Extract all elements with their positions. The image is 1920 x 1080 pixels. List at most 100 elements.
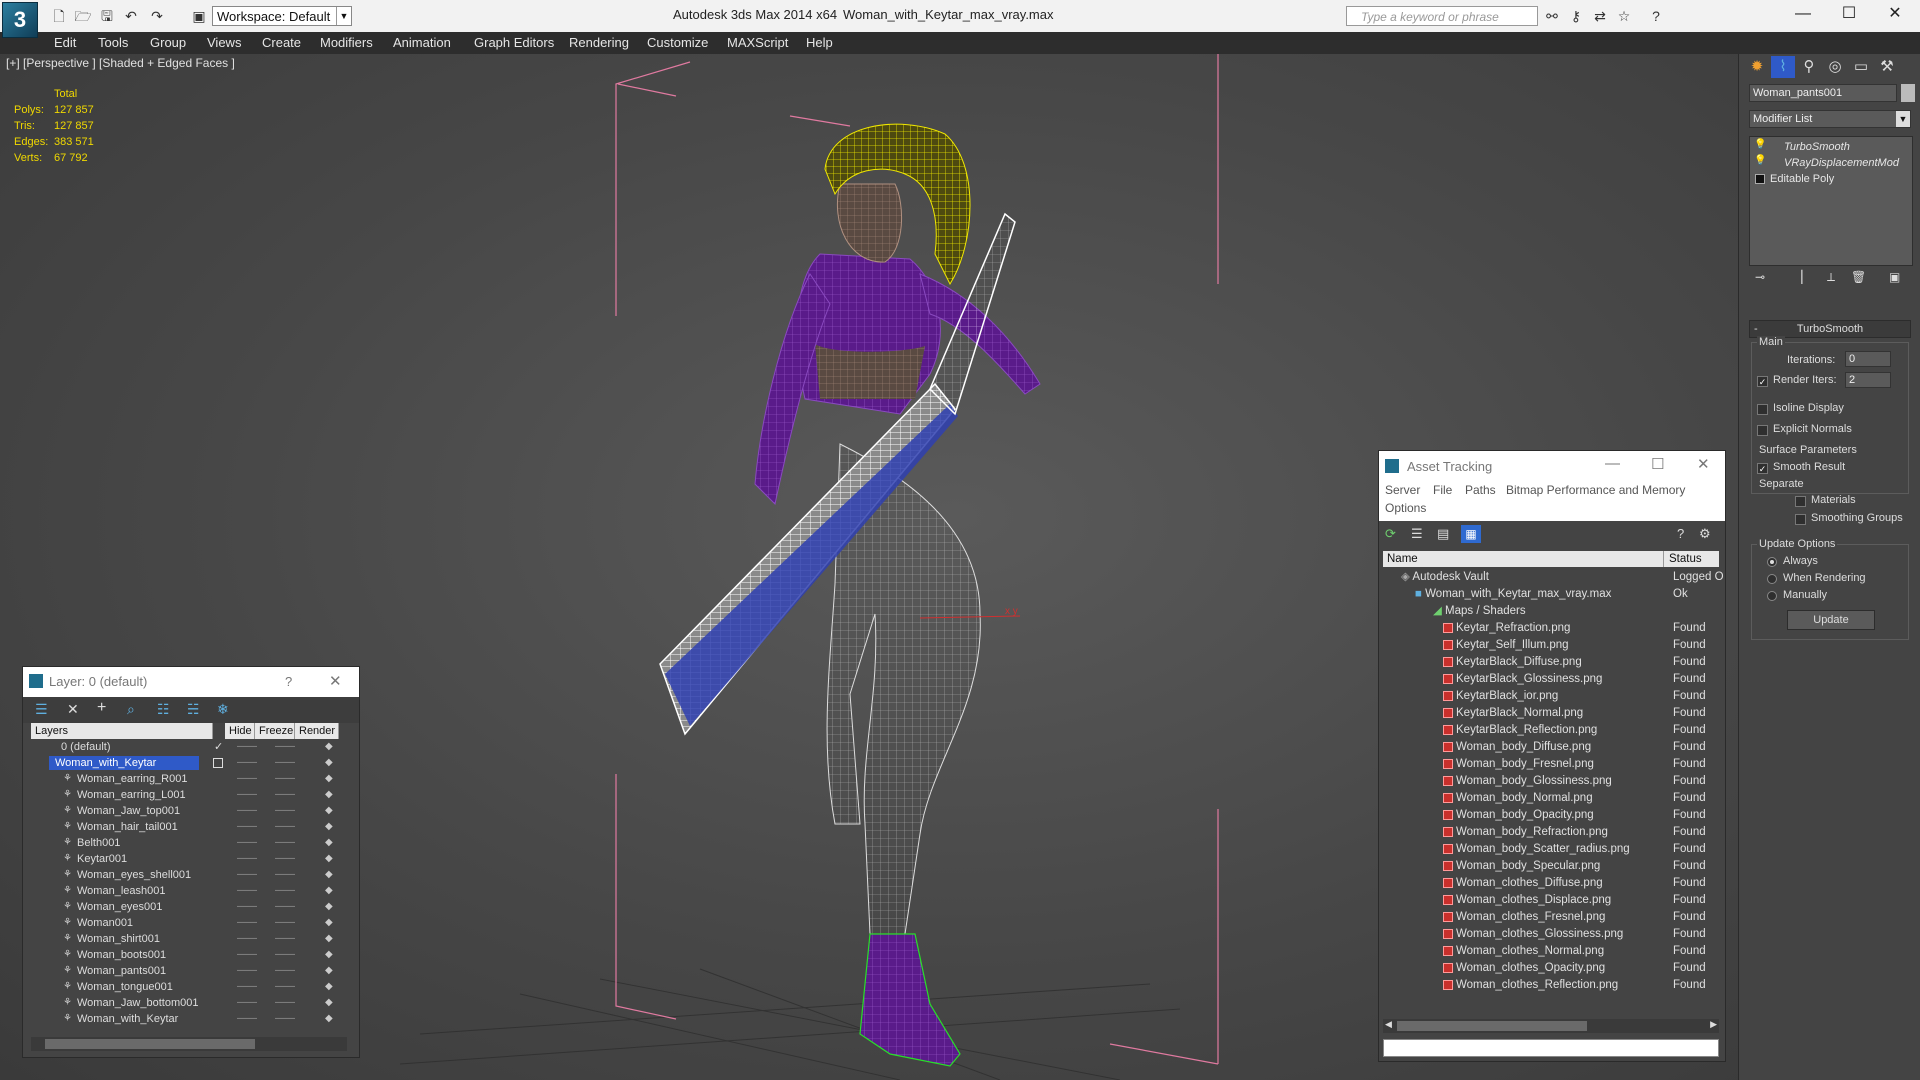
render-teapot-icon[interactable]: ◆ [325,915,333,931]
menu-group[interactable]: Group [150,32,186,54]
menu-options[interactable]: Options [1385,501,1426,515]
when-rendering-radio[interactable] [1767,574,1777,584]
add-to-layer-icon[interactable]: + [97,699,106,717]
show-end-result-icon[interactable]: ▕ [1793,270,1802,284]
render-iters-checkbox[interactable]: ✓ [1757,376,1768,387]
freeze-toggle[interactable]: —— [275,931,295,947]
render-teapot-icon[interactable]: ◆ [325,787,333,803]
render-teapot-icon[interactable]: ◆ [325,1011,333,1027]
asset-row-file[interactable]: KeytarBlack_Diffuse.png Found [1383,654,1725,671]
col-layers[interactable]: Layers [31,723,213,739]
asset-row-file[interactable]: Woman_body_Specular.png Found [1383,858,1725,875]
menu-tools[interactable]: Tools [98,32,128,54]
render-teapot-icon[interactable]: ◆ [325,819,333,835]
delete-layer-icon[interactable]: ✕ [67,701,79,718]
minimize-icon[interactable]: — [1605,455,1620,472]
render-teapot-icon[interactable]: ◆ [325,803,333,819]
modifier-list-dropdown[interactable]: Modifier List ▼ [1749,110,1911,128]
maximize-icon[interactable]: ☐ [1826,0,1872,30]
hide-toggle[interactable]: —— [237,995,257,1011]
asset-row-file[interactable]: Woman_body_Opacity.png Found [1383,807,1725,824]
freeze-toggle[interactable]: —— [275,771,295,787]
layer-row[interactable]: ⚘ Woman001 —— —— ◆ [31,915,347,931]
object-color-swatch[interactable] [1901,84,1915,102]
smooth-result-checkbox[interactable]: ✓ [1757,463,1768,474]
asset-row-file[interactable]: Woman_clothes_Reflection.png Found [1383,977,1725,994]
help-icon[interactable]: ? [1646,6,1666,26]
asset-row-file[interactable]: Keytar_Self_Illum.png Found [1383,637,1725,654]
scrollbar-thumb[interactable] [1397,1021,1587,1031]
settings-icon[interactable]: ⚙ [1699,526,1711,542]
asset-row-file[interactable]: Woman_clothes_Glossiness.png Found [1383,926,1725,943]
project-folder-icon[interactable]: ▣ [190,7,208,25]
layer-row[interactable]: ⚘ Woman_with_Keytar —— —— ◆ [31,1011,347,1027]
star-icon[interactable]: ☆ [1614,6,1634,26]
refresh-icon[interactable]: ⟳ [1385,526,1396,542]
asset-row-file[interactable]: Woman_body_Scatter_radius.png Found [1383,841,1725,858]
scrollbar-thumb[interactable] [45,1039,255,1049]
render-teapot-icon[interactable]: ◆ [325,883,333,899]
layer-row[interactable]: 0 (default) ✓ —— —— ◆ [31,739,347,755]
hide-toggle[interactable]: —— [237,979,257,995]
freeze-toggle[interactable]: —— [275,963,295,979]
freeze-toggle[interactable]: —— [275,835,295,851]
asset-row-file[interactable]: Woman_clothes_Fresnel.png Found [1383,909,1725,926]
menu-file[interactable]: File [1433,483,1452,497]
chevron-down-icon[interactable]: ▼ [336,7,351,25]
scroll-left-icon[interactable]: ◀ [1385,1019,1392,1030]
exchange-icon[interactable]: ⇄ [1590,6,1610,26]
help-icon[interactable]: ? [285,667,292,697]
hide-toggle[interactable]: —— [237,867,257,883]
freeze-toggle[interactable]: —— [275,787,295,803]
make-unique-icon[interactable]: ⟂ [1827,270,1835,285]
layer-horizontal-scrollbar[interactable] [31,1037,347,1051]
freeze-toggle[interactable]: —— [275,755,295,771]
col-name[interactable]: Name [1387,551,1418,567]
asset-row-file[interactable]: Woman_body_Diffuse.png Found [1383,739,1725,756]
freeze-all-icon[interactable]: ❄ [217,701,229,718]
highlight-layer-icon[interactable]: ☷ [157,701,170,718]
binoculars-icon[interactable]: ⚯ [1542,6,1562,26]
minimize-icon[interactable]: — [1780,0,1826,30]
render-teapot-icon[interactable]: ◆ [325,995,333,1011]
asset-row-vault[interactable]: ◈ Autodesk Vault Logged O [1383,569,1725,586]
active-layer-box[interactable] [213,758,223,768]
lightbulb-icon[interactable]: 💡 [1754,155,1766,166]
modifier-turbosmooth[interactable]: TurboSmooth [1784,139,1850,155]
menu-views[interactable]: Views [207,32,241,54]
undo-icon[interactable]: ↶ [122,7,140,25]
menu-graph-editors[interactable]: Graph Editors [474,32,554,54]
pin-stack-icon[interactable]: ⊸ [1755,270,1765,284]
asset-row-max-file[interactable]: ■ Woman_with_Keytar_max_vray.max Ok [1383,586,1725,603]
hide-toggle[interactable]: —— [237,1011,257,1027]
hide-toggle[interactable]: —— [237,915,257,931]
asset-row-file[interactable]: Woman_body_Refraction.png Found [1383,824,1725,841]
render-teapot-icon[interactable]: ◆ [325,963,333,979]
motion-tab-icon[interactable]: ◎ [1823,56,1847,78]
asset-row-file[interactable]: Woman_body_Normal.png Found [1383,790,1725,807]
layer-row[interactable]: ⚘ Woman_Jaw_top001 —— —— ◆ [31,803,347,819]
freeze-toggle[interactable]: —— [275,739,295,755]
layer-row[interactable]: ⚘ Woman_eyes_shell001 —— —— ◆ [31,867,347,883]
asset-row-maps-folder[interactable]: ◢ Maps / Shaders [1383,603,1725,620]
freeze-toggle[interactable]: —— [275,995,295,1011]
asset-row-file[interactable]: Woman_clothes_Displace.png Found [1383,892,1725,909]
scroll-right-icon[interactable]: ▶ [1710,1019,1717,1030]
always-radio[interactable] [1767,557,1777,567]
menu-rendering[interactable]: Rendering [569,32,629,54]
utilities-tab-icon[interactable]: ⚒ [1875,56,1899,78]
close-icon[interactable]: ✕ [1872,0,1918,30]
layer-row-selected[interactable]: Woman_with_Keytar —— —— ◆ [31,755,347,771]
materials-checkbox[interactable] [1795,496,1806,507]
render-teapot-icon[interactable]: ◆ [325,867,333,883]
collapse-icon[interactable]: - [1754,321,1758,337]
asset-row-file[interactable]: Woman_clothes_Opacity.png Found [1383,960,1725,977]
modify-tab-icon[interactable]: ⌇ [1771,56,1795,78]
redo-icon[interactable]: ↷ [148,7,166,25]
col-hide[interactable]: Hide [225,723,255,739]
update-button[interactable]: Update [1787,610,1875,630]
menu-maxscript[interactable]: MAXScript [727,32,788,54]
new-file-icon[interactable]: 🗋 [50,7,68,25]
open-file-icon[interactable]: 🗁 [74,7,92,25]
close-icon[interactable]: ✕ [1697,455,1710,473]
